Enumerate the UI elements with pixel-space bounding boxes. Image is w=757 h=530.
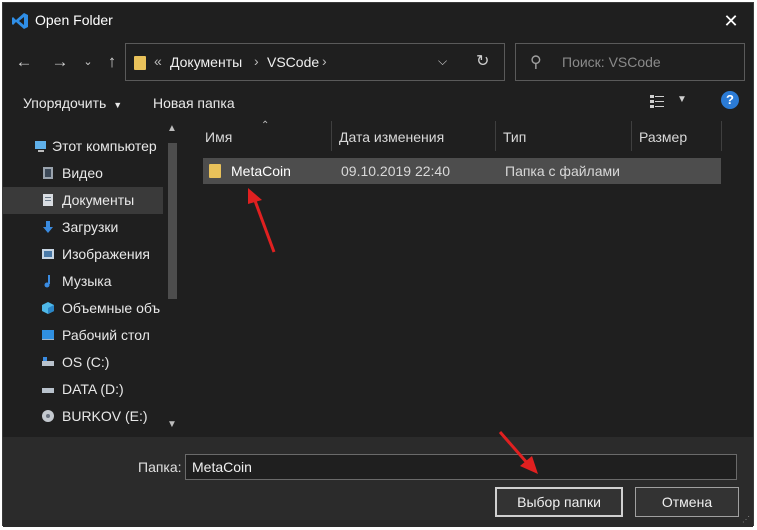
nav-item-label: BURKOV (E:) — [62, 408, 148, 424]
nav-item-drive-d[interactable]: DATA (D:) — [3, 376, 163, 403]
title-bar: Open Folder ✕ — [3, 3, 753, 39]
column-header-label: Дата изменения — [339, 129, 444, 145]
search-placeholder: Поиск: VSCode — [562, 54, 661, 70]
column-header-size[interactable]: Размер — [631, 121, 721, 151]
column-header-type[interactable]: Тип — [495, 121, 631, 151]
recent-locations-chevron-icon[interactable]: ⌄ — [77, 51, 99, 73]
folder-field-label: Папка: — [138, 459, 182, 475]
nav-item-drive-c[interactable]: OS (C:) — [3, 349, 163, 376]
refresh-icon[interactable]: ↻ — [476, 51, 489, 71]
file-list: ⌃ Имя Дата изменения Тип Размер MetaCoin… — [191, 121, 751, 437]
sort-ascending-icon: ⌃ — [261, 120, 269, 131]
pictures-icon — [41, 247, 55, 261]
nav-item-downloads[interactable]: Загрузки — [3, 214, 163, 241]
column-header-name[interactable]: ⌃ Имя — [191, 121, 331, 151]
desktop-icon — [41, 328, 55, 342]
cancel-button[interactable]: Отмена — [635, 487, 739, 517]
music-icon — [41, 274, 55, 288]
nav-item-label: Объемные объ — [62, 300, 160, 316]
column-header-label: Размер — [639, 129, 687, 145]
nav-item-label: Этот компьютер — [52, 138, 157, 154]
nav-item-label: OS (C:) — [62, 354, 109, 370]
nav-item-label: Изображения — [62, 246, 150, 262]
select-folder-button[interactable]: Выбор папки — [495, 487, 623, 517]
row-name: MetaCoin — [231, 163, 291, 179]
nav-item-3d-objects[interactable]: Объемные объ — [3, 295, 163, 322]
close-icon[interactable]: ✕ — [719, 9, 743, 33]
nav-item-this-pc[interactable]: Этот компьютер — [3, 133, 163, 160]
chevron-down-icon: ▼ — [113, 100, 122, 110]
column-divider[interactable] — [721, 121, 722, 151]
organize-menu[interactable]: Упорядочить ▼ — [23, 95, 122, 111]
nav-item-label: DATA (D:) — [62, 381, 124, 397]
view-options-icon[interactable] — [649, 93, 665, 109]
folder-name-value: MetaCoin — [192, 459, 252, 475]
column-header-date[interactable]: Дата изменения — [331, 121, 495, 151]
scroll-down-icon[interactable]: ▼ — [167, 419, 177, 430]
nav-item-label: Видео — [62, 165, 103, 181]
nav-scrollbar[interactable]: ▲ ▼ — [164, 121, 181, 437]
address-bar[interactable]: « Документы › VSCode › ⌵ ↻ — [125, 43, 505, 81]
folder-icon — [134, 56, 146, 70]
row-type: Папка с файлами — [505, 163, 620, 179]
computer-icon — [33, 139, 47, 153]
video-icon — [41, 166, 55, 180]
breadcrumb-vscode[interactable]: VSCode — [267, 54, 319, 70]
nav-item-desktop[interactable]: Рабочий стол — [3, 322, 163, 349]
column-header-label: Имя — [205, 129, 232, 145]
view-dropdown-icon[interactable]: ▼ — [677, 94, 687, 105]
nav-item-label: Рабочий стол — [62, 327, 150, 343]
nav-item-label: Музыка — [62, 273, 112, 289]
downloads-icon — [41, 220, 55, 234]
dialog-footer: Папка: MetaCoin Выбор папки Отмена ⋰ — [3, 437, 753, 527]
breadcrumb-overflow[interactable]: « — [154, 53, 162, 69]
nav-item-label: Загрузки — [62, 219, 118, 235]
navigation-pane: Этот компьютер Видео Документы Загрузки … — [3, 121, 181, 437]
nav-item-label: Документы — [62, 192, 134, 208]
resize-grip-icon[interactable]: ⋰ — [742, 515, 750, 524]
vscode-icon — [11, 12, 29, 30]
navigation-bar: ← → ⌄ ↑ « Документы › VSCode › ⌵ ↻ ⚲ Пои… — [3, 43, 753, 83]
forward-arrow-icon[interactable]: → — [49, 51, 71, 73]
address-dropdown-icon[interactable]: ⌵ — [438, 54, 447, 69]
organize-label: Упорядочить — [23, 95, 106, 111]
drive-d-icon — [41, 382, 55, 396]
table-row[interactable]: MetaCoin 09.10.2019 22:40 Папка с файлам… — [203, 158, 721, 184]
folder-name-field[interactable]: MetaCoin — [185, 454, 737, 480]
window-title: Open Folder — [35, 12, 113, 28]
drive-c-icon — [41, 355, 55, 369]
scrollbar-thumb[interactable] — [168, 143, 177, 299]
3d-objects-icon — [41, 301, 55, 315]
search-icon: ⚲ — [530, 52, 542, 72]
scroll-up-icon[interactable]: ▲ — [167, 123, 177, 134]
documents-icon — [41, 193, 55, 207]
new-folder-button[interactable]: Новая папка — [153, 95, 235, 111]
row-date: 09.10.2019 22:40 — [341, 163, 450, 179]
toolbar: Упорядочить ▼ Новая папка ▼ ? — [3, 91, 753, 117]
back-arrow-icon[interactable]: ← — [13, 51, 35, 73]
search-box[interactable]: ⚲ Поиск: VSCode — [515, 43, 745, 81]
nav-item-music[interactable]: Музыка — [3, 268, 163, 295]
breadcrumb-separator[interactable]: › — [322, 53, 327, 69]
help-icon[interactable]: ? — [721, 91, 739, 109]
nav-item-pictures[interactable]: Изображения — [3, 241, 163, 268]
up-arrow-icon[interactable]: ↑ — [101, 51, 123, 73]
drive-e-icon — [41, 409, 55, 423]
nav-item-drive-e[interactable]: BURKOV (E:) — [3, 403, 163, 430]
open-folder-dialog: Open Folder ✕ ← → ⌄ ↑ « Документы › VSCo… — [2, 2, 754, 526]
folder-icon — [209, 164, 221, 178]
breadcrumb-separator[interactable]: › — [254, 53, 259, 69]
column-header-label: Тип — [503, 129, 526, 145]
breadcrumb-documents[interactable]: Документы — [170, 54, 242, 70]
nav-item-documents[interactable]: Документы — [3, 187, 163, 214]
nav-item-video[interactable]: Видео — [3, 160, 163, 187]
